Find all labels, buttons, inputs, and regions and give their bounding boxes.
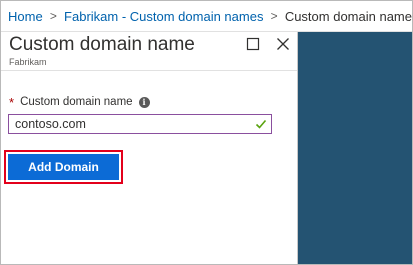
checkmark-icon <box>255 119 267 129</box>
required-marker: * <box>9 94 15 110</box>
maximize-icon <box>246 37 260 51</box>
maximize-button[interactable] <box>245 36 261 52</box>
blade-subtitle: Fabrikam <box>9 57 47 67</box>
custom-domain-input-box <box>8 114 272 134</box>
breadcrumb-custom-domain-names-link[interactable]: Fabrikam - Custom domain names <box>64 9 263 24</box>
info-icon[interactable]: i <box>138 96 150 108</box>
breadcrumb: Home > Fabrikam - Custom domain names > … <box>1 1 412 32</box>
close-button[interactable] <box>275 36 291 52</box>
breadcrumb-home-link[interactable]: Home <box>8 9 43 24</box>
field-label: Custom domain name <box>20 96 133 108</box>
close-icon <box>277 38 289 50</box>
breadcrumb-separator: > <box>49 9 57 23</box>
blade-title: Custom domain name <box>9 34 195 55</box>
blade-header: Custom domain name Fabrikam <box>1 32 297 71</box>
background-panel <box>298 32 412 264</box>
add-domain-button[interactable]: Add Domain <box>8 154 119 180</box>
field-label-row: * Custom domain name i <box>9 94 150 110</box>
custom-domain-blade: Custom domain name Fabrikam * Custom dom… <box>1 32 298 264</box>
custom-domain-input[interactable] <box>9 115 255 133</box>
breadcrumb-separator: > <box>270 9 278 23</box>
app-window: Home > Fabrikam - Custom domain names > … <box>0 0 413 265</box>
breadcrumb-current: Custom domain name <box>284 8 412 24</box>
